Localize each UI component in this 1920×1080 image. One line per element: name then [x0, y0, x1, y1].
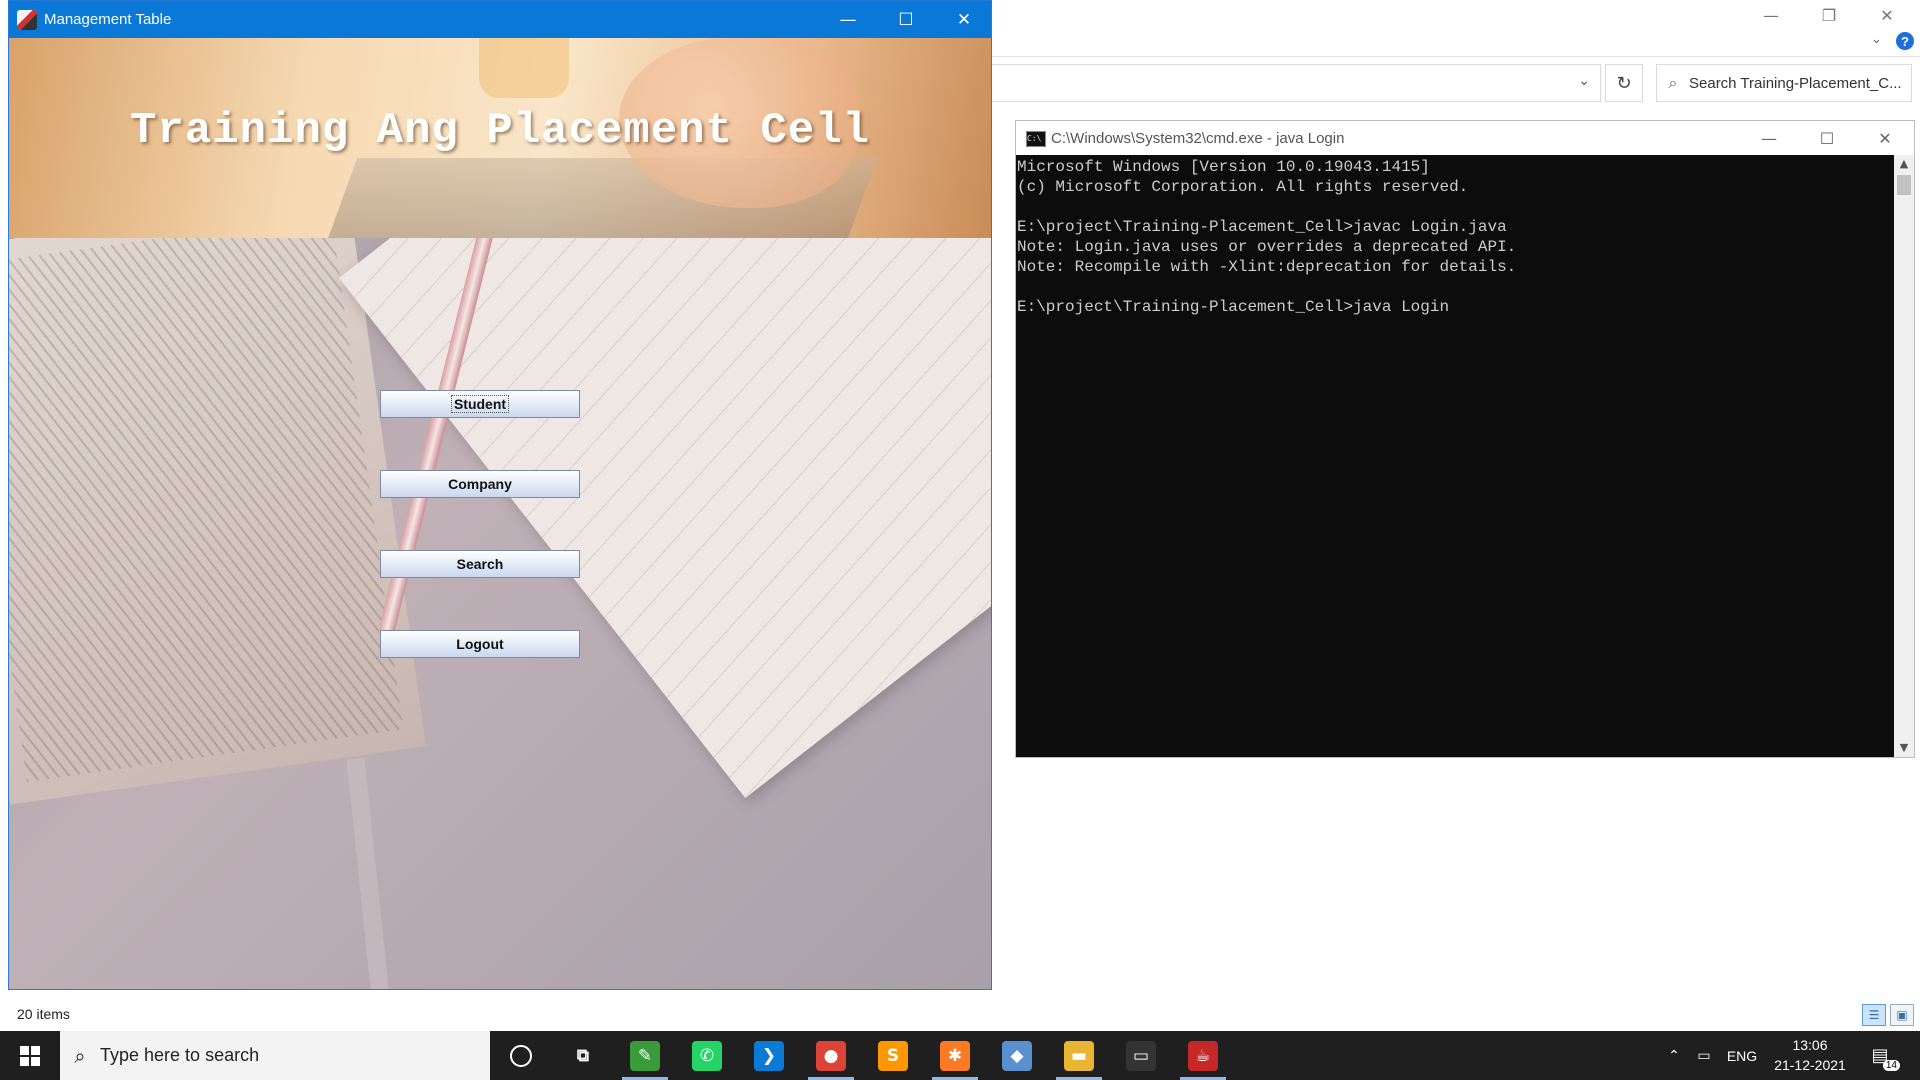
cmd-output[interactable]: Microsoft Windows [Version 10.0.19043.14…	[1016, 157, 1895, 757]
menu-panel: Student Company Search Logout	[9, 238, 991, 989]
search-button[interactable]: Search	[380, 550, 580, 578]
language-indicator[interactable]: ENG	[1720, 1048, 1764, 1064]
notifications-button[interactable]: ▤ 14	[1866, 1041, 1900, 1071]
minimize-button[interactable]: —	[819, 1, 877, 38]
search-icon: ⌕	[1668, 73, 1678, 92]
taskbar-app-file-explorer[interactable]: ▬	[1048, 1031, 1110, 1080]
cmd-line	[1017, 277, 1895, 297]
address-dropdown-icon[interactable]: ⌄	[1578, 73, 1590, 89]
cmd-maximize-button[interactable]: ☐	[1798, 121, 1856, 155]
explorer-close-button[interactable]: ✕	[1858, 0, 1916, 30]
taskbar-app-cortana[interactable]	[490, 1031, 552, 1080]
sublime-icon: S	[878, 1040, 908, 1071]
logout-button-label: Logout	[456, 636, 504, 652]
taskbar-search-icon: ⌕	[74, 1043, 86, 1068]
xampp-icon: ✱	[940, 1040, 970, 1071]
large-icons-view-icon[interactable]: ▣	[1890, 1004, 1914, 1026]
company-button-label: Company	[448, 476, 512, 492]
editor-icon: ✎	[630, 1040, 660, 1071]
student-button[interactable]: Student	[380, 390, 580, 418]
taskbar-app-task-view[interactable]: ⧉	[552, 1031, 614, 1080]
explorer-minimize-button[interactable]: —	[1742, 0, 1800, 30]
maximize-button[interactable]: ☐	[877, 1, 935, 38]
notebook-graphic	[339, 238, 991, 799]
taskbar-app-chrome[interactable]: ●	[800, 1031, 862, 1080]
search-button-label: Search	[456, 556, 504, 572]
taskbar-app-java[interactable]: ☕	[1172, 1031, 1234, 1080]
java-app-icon	[17, 10, 37, 30]
cmd-line: Note: Recompile with -Xlint:deprecation …	[1017, 258, 1517, 276]
vscode-icon: ❯	[754, 1040, 784, 1071]
view-switcher: ☰ ▣	[1862, 1004, 1914, 1026]
clock-time: 13:06	[1792, 1037, 1828, 1053]
clock[interactable]: 13:06 21-12-2021	[1764, 1035, 1856, 1075]
cmd-close-button[interactable]: ✕	[1856, 121, 1914, 155]
cmd-icon: C:\	[1026, 131, 1046, 147]
chrome-icon: ●	[816, 1040, 846, 1071]
item-count: 20 items	[17, 1006, 70, 1022]
taskbar-app-vscode[interactable]: ❯	[738, 1031, 800, 1080]
close-button[interactable]: ✕	[935, 1, 991, 38]
book-page-graphic	[9, 238, 426, 805]
notifications-count: 14	[1882, 1060, 1900, 1071]
explorer-search-box[interactable]: ⌕ Search Training-Placement_C...	[1656, 64, 1912, 102]
tray-chevron-icon[interactable]: ⌃	[1660, 1048, 1688, 1064]
refresh-button[interactable]: ↻	[1605, 64, 1643, 102]
scroll-down-icon[interactable]: ▼	[1894, 739, 1914, 757]
cmd-title: C:\Windows\System32\cmd.exe - java Login	[1051, 130, 1345, 147]
terminal-icon: ▭	[1126, 1040, 1156, 1071]
company-button[interactable]: Company	[380, 470, 580, 498]
system-tray: ⌃ ▭ ENG	[1660, 1031, 1764, 1080]
logout-button[interactable]: Logout	[380, 630, 580, 658]
header-banner: Training Ang Placement Cell	[9, 38, 991, 238]
clock-date: 21-12-2021	[1774, 1057, 1846, 1073]
file-explorer-icon: ▬	[1064, 1040, 1094, 1071]
taskbar-search-box[interactable]: ⌕ Type here to search	[60, 1031, 490, 1080]
java-icon: ☕	[1188, 1040, 1218, 1071]
virtualbox-icon: ◆	[1002, 1040, 1032, 1071]
taskbar-app-whatsapp[interactable]: ✆	[676, 1031, 738, 1080]
cmd-scrollbar[interactable]: ▲ ▼	[1894, 155, 1914, 757]
cmd-line: Note: Login.java uses or overrides a dep…	[1017, 238, 1517, 256]
start-button[interactable]	[0, 1031, 60, 1080]
taskbar-app-editor[interactable]: ✎	[614, 1031, 676, 1080]
window-titlebar[interactable]: Management Table — ☐ ✕	[9, 1, 991, 38]
bookmark-ribbon-graphic	[346, 757, 390, 989]
cmd-line: (c) Microsoft Corporation. All rights re…	[1017, 178, 1469, 196]
taskbar-search-placeholder: Type here to search	[100, 1045, 260, 1065]
explorer-search-placeholder: Search Training-Placement_C...	[1689, 74, 1902, 92]
ribbon-divider	[990, 56, 1920, 57]
whatsapp-icon: ✆	[692, 1040, 722, 1071]
cmd-window: C:\ C:\Windows\System32\cmd.exe - java L…	[1015, 120, 1915, 758]
help-icon[interactable]: ?	[1896, 32, 1914, 50]
taskbar-app-sublime[interactable]: S	[862, 1031, 924, 1080]
window-title: Management Table	[44, 11, 172, 28]
banner-title: Training Ang Placement Cell	[130, 106, 870, 156]
cmd-line: E:\project\Training-Placement_Cell>javac…	[1017, 218, 1507, 236]
windows-logo-icon	[20, 1045, 40, 1066]
scroll-thumb[interactable]	[1897, 175, 1911, 195]
battery-icon[interactable]: ▭	[1688, 1048, 1720, 1064]
taskbar-app-xampp[interactable]: ✱	[924, 1031, 986, 1080]
cmd-titlebar[interactable]: C:\ C:\Windows\System32\cmd.exe - java L…	[1016, 121, 1914, 155]
taskbar-app-virtualbox[interactable]: ◆	[986, 1031, 1048, 1080]
taskbar-app-terminal[interactable]: ▭	[1110, 1031, 1172, 1080]
task-view-icon: ⧉	[568, 1040, 598, 1071]
cmd-line	[1017, 197, 1895, 217]
details-view-icon[interactable]: ☰	[1862, 1004, 1886, 1026]
explorer-restore-button[interactable]: ❐	[1800, 0, 1858, 30]
scroll-up-icon[interactable]: ▲	[1894, 155, 1914, 173]
refresh-icon: ↻	[1616, 72, 1632, 94]
ribbon-expand-icon[interactable]: ⌄	[1871, 32, 1882, 47]
cmd-minimize-button[interactable]: —	[1740, 121, 1798, 155]
cmd-line: E:\project\Training-Placement_Cell>java …	[1017, 298, 1450, 316]
cortana-icon	[510, 1044, 532, 1067]
student-button-label: Student	[450, 395, 510, 413]
cmd-line: Microsoft Windows [Version 10.0.19043.14…	[1017, 158, 1430, 176]
taskbar: ⌕ Type here to search ⧉ ✎ ✆ ❯ ● S ✱ ◆ ▬ ▭ ☕ ⌃ ▭ EN…	[0, 1031, 1920, 1080]
address-bar[interactable]: ⌄	[990, 64, 1601, 102]
banner-cup-graphic	[479, 38, 569, 98]
management-table-window: Management Table — ☐ ✕ Training Ang Plac…	[8, 0, 992, 990]
